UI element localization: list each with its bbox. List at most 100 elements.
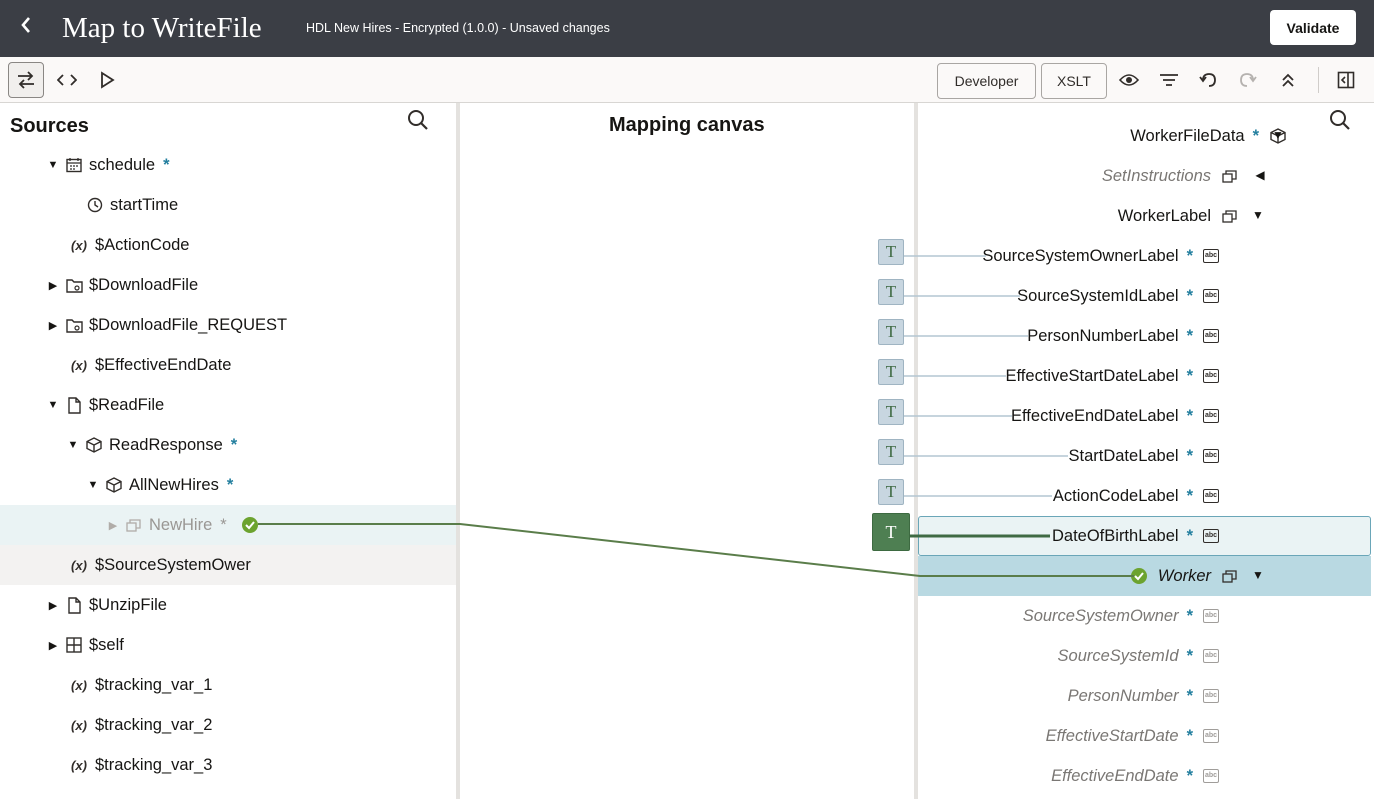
target-node-workerfiledata[interactable]: WorkerFileData * ▼ bbox=[918, 116, 1371, 156]
source-node-tracking-var-3[interactable]: (x) $tracking_var_3 bbox=[0, 745, 456, 785]
source-node-allnewhires[interactable]: ▼ AllNewHires * bbox=[0, 465, 456, 505]
sources-search-button[interactable] bbox=[406, 108, 430, 132]
toggle-panel-button[interactable] bbox=[1334, 67, 1358, 93]
undo-icon bbox=[1199, 73, 1216, 87]
string-type-icon: abc bbox=[1203, 609, 1219, 623]
selected-text-function-button[interactable]: T bbox=[872, 513, 910, 551]
expanded-caret-icon[interactable]: ▼ bbox=[1250, 208, 1266, 222]
text-function-button[interactable]: T bbox=[878, 439, 904, 465]
target-node-worker[interactable]: Worker ▼ bbox=[918, 556, 1371, 596]
target-node-personnumberlabel[interactable]: PersonNumberLabel * abc bbox=[918, 316, 1371, 356]
string-type-icon: abc bbox=[1203, 329, 1219, 343]
source-node-label: $UnzipFile bbox=[89, 595, 167, 614]
target-node-sourcesystemidlabel[interactable]: SourceSystemIdLabel * abc bbox=[918, 276, 1371, 316]
required-marker: * bbox=[220, 515, 227, 534]
xslt-button[interactable]: XSLT bbox=[1041, 63, 1107, 99]
source-node-tracking-var-2[interactable]: (x) $tracking_var_2 bbox=[0, 705, 456, 745]
source-node-schedule[interactable]: ▼ schedule * bbox=[0, 145, 456, 185]
chevron-left-icon bbox=[21, 17, 30, 33]
grid-icon bbox=[65, 636, 83, 654]
collapsed-caret-icon[interactable]: ▶ bbox=[47, 265, 59, 305]
test-run-button[interactable] bbox=[94, 67, 120, 93]
expanded-caret-icon[interactable]: ▼ bbox=[1250, 568, 1266, 582]
collapsed-caret-icon[interactable]: ▶ bbox=[47, 625, 59, 665]
source-node-sourcesystemower[interactable]: (x) $SourceSystemOwer bbox=[0, 545, 456, 585]
target-node-setinstructions[interactable]: SetInstructions ◀ bbox=[918, 156, 1371, 196]
text-function-button[interactable]: T bbox=[878, 239, 904, 265]
mapped-check-icon bbox=[241, 516, 259, 534]
folder-icon bbox=[65, 276, 83, 294]
sources-canvas-divider[interactable] bbox=[456, 103, 460, 799]
text-function-button[interactable]: T bbox=[878, 279, 904, 305]
text-function-button[interactable]: T bbox=[878, 319, 904, 345]
text-function-button[interactable]: T bbox=[878, 399, 904, 425]
redo-button[interactable] bbox=[1236, 67, 1260, 93]
source-node-tracking-var-1[interactable]: (x) $tracking_var_1 bbox=[0, 665, 456, 705]
target-node-label: PersonNumberLabel bbox=[1027, 326, 1179, 345]
expanded-caret-icon[interactable]: ▼ bbox=[67, 425, 79, 465]
text-function-button[interactable]: T bbox=[878, 479, 904, 505]
expanded-caret-icon[interactable]: ▼ bbox=[47, 145, 59, 185]
source-node-unzipfile[interactable]: ▶ $UnzipFile bbox=[0, 585, 456, 625]
expanded-caret-icon[interactable]: ▼ bbox=[1270, 128, 1286, 142]
source-node-downloadfile-request[interactable]: ▶ $DownloadFile_REQUEST bbox=[0, 305, 456, 345]
text-function-button[interactable]: T bbox=[878, 359, 904, 385]
required-marker: * bbox=[163, 155, 170, 174]
page-subtitle: HDL New Hires - Encrypted (1.0.0) - Unsa… bbox=[306, 21, 610, 35]
developer-button[interactable]: Developer bbox=[937, 63, 1036, 99]
mapper-view-toggle-button[interactable] bbox=[8, 62, 44, 98]
source-node-label: $self bbox=[89, 635, 124, 654]
required-marker: * bbox=[1186, 766, 1193, 785]
source-node-newhire[interactable]: ▶ NewHire * bbox=[0, 505, 456, 545]
required-marker: * bbox=[1186, 726, 1193, 745]
variable-icon: (x) bbox=[71, 757, 87, 773]
target-node-label: SetInstructions bbox=[1101, 166, 1211, 185]
collapsed-caret-icon[interactable]: ▶ bbox=[107, 505, 119, 545]
target-node-sourcesystemownerlabel[interactable]: SourceSystemOwnerLabel * abc bbox=[918, 236, 1371, 276]
string-type-icon: abc bbox=[1203, 689, 1219, 703]
validate-button[interactable]: Validate bbox=[1270, 10, 1356, 45]
target-node-effectiveenddate[interactable]: EffectiveEndDate * abc bbox=[918, 756, 1371, 796]
source-node-label: startTime bbox=[110, 195, 179, 214]
source-node-readresponse[interactable]: ▼ ReadResponse * bbox=[0, 425, 456, 465]
back-button[interactable] bbox=[14, 14, 38, 42]
collapsed-caret-icon[interactable]: ▶ bbox=[47, 305, 59, 345]
cube-icon bbox=[105, 476, 123, 494]
target-node-sourcesystemid[interactable]: SourceSystemId * abc bbox=[918, 636, 1371, 676]
target-node-sourcesystemowner[interactable]: SourceSystemOwner * abc bbox=[918, 596, 1371, 636]
target-node-personnumber[interactable]: PersonNumber * abc bbox=[918, 676, 1371, 716]
target-node-startdatelabel[interactable]: StartDateLabel * abc bbox=[918, 436, 1371, 476]
required-marker: * bbox=[1252, 126, 1259, 145]
target-node-label: SourceSystemOwnerLabel bbox=[982, 246, 1179, 265]
expanded-caret-icon[interactable]: ▼ bbox=[87, 465, 99, 505]
target-node-dateofbirthlabel[interactable]: DateOfBirthLabel * abc bbox=[918, 516, 1371, 556]
undo-button[interactable] bbox=[1196, 67, 1220, 93]
required-marker: * bbox=[1186, 486, 1193, 505]
collapsed-caret-icon[interactable]: ▶ bbox=[47, 585, 59, 625]
source-node-self[interactable]: ▶ $self bbox=[0, 625, 456, 665]
collapse-all-button[interactable] bbox=[1276, 67, 1300, 93]
code-view-button[interactable] bbox=[54, 67, 80, 93]
target-node-actioncodelabel[interactable]: ActionCodeLabel * abc bbox=[918, 476, 1371, 516]
collapsed-caret-left-icon[interactable]: ◀ bbox=[1252, 168, 1268, 182]
string-type-icon: abc bbox=[1203, 369, 1219, 383]
preview-button[interactable] bbox=[1117, 67, 1141, 93]
filter-button[interactable] bbox=[1157, 67, 1181, 93]
source-node-downloadfile[interactable]: ▶ $DownloadFile bbox=[0, 265, 456, 305]
target-node-label: StartDateLabel bbox=[1068, 446, 1179, 465]
source-node-actioncode[interactable]: (x) $ActionCode bbox=[0, 225, 456, 265]
source-node-readfile[interactable]: ▼ $ReadFile bbox=[0, 385, 456, 425]
required-marker: * bbox=[1186, 686, 1193, 705]
expanded-caret-icon[interactable]: ▼ bbox=[47, 385, 59, 425]
target-node-effectivestartdate[interactable]: EffectiveStartDate * abc bbox=[918, 716, 1371, 756]
source-node-label: AllNewHires bbox=[129, 475, 219, 494]
sources-title: Sources bbox=[10, 115, 89, 137]
target-node-label: WorkerLabel bbox=[1117, 206, 1211, 225]
source-node-effectiveenddate[interactable]: (x) $EffectiveEndDate bbox=[0, 345, 456, 385]
target-node-workerlabel[interactable]: WorkerLabel ▼ bbox=[918, 196, 1371, 236]
target-node-effectiveenddatelabel[interactable]: EffectiveEndDateLabel * abc bbox=[918, 396, 1371, 436]
source-node-label: schedule bbox=[89, 155, 156, 174]
source-node-starttime[interactable]: startTime bbox=[0, 185, 456, 225]
target-node-effectivestartdatelabel[interactable]: EffectiveStartDateLabel * abc bbox=[918, 356, 1371, 396]
string-type-icon: abc bbox=[1203, 449, 1219, 463]
